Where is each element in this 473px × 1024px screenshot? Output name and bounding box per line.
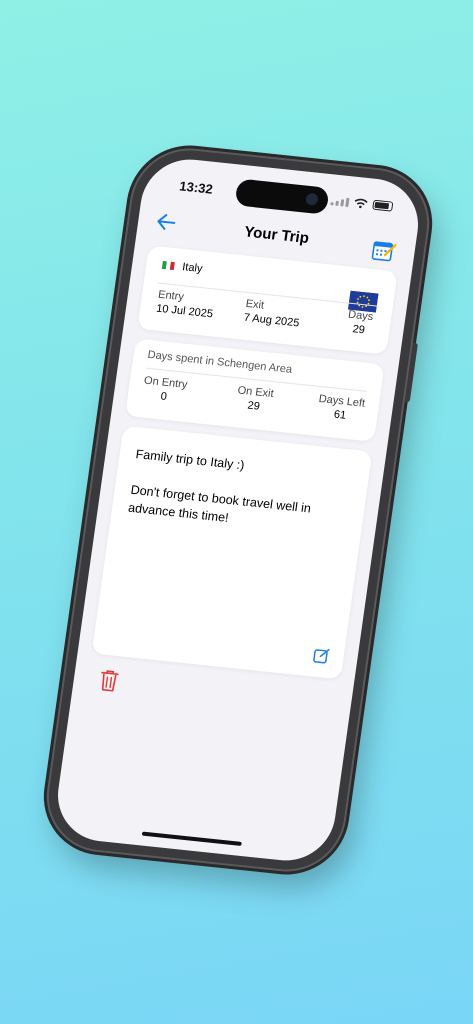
side-button [404,342,418,403]
camera-icon [305,192,319,206]
entry-column: Entry 10 Jul 2025 [155,289,215,321]
country-row: Italy [161,259,204,276]
entry-date: 10 Jul 2025 [155,302,214,321]
days-label: Days [347,308,374,324]
country-name: Italy [181,261,204,276]
flag-italy-icon [161,260,175,271]
exit-column: Exit 7 Aug 2025 [243,298,302,330]
calendar-edit-icon[interactable] [371,239,398,263]
days-left-value: 61 [333,408,347,422]
days-left-column: Days Left 61 [316,393,366,424]
on-entry-value: 0 [159,390,168,403]
trip-card[interactable]: Italy Entry 10 Jul 2025 Exit 7 Aug 2025 … [137,245,398,355]
trip-note: Family trip to Italy :) Don't forget to … [127,447,312,525]
on-exit-label: On Exit [236,384,275,401]
days-value: 29 [351,323,366,337]
screen: 13:32 Your Trip Italy Entry 10 Jul 2025 … [51,154,425,866]
battery-icon [372,199,394,212]
status-time: 13:32 [178,178,214,197]
wifi-icon [354,198,368,209]
on-exit-value: 29 [246,399,261,413]
signal-icon [330,196,350,207]
schengen-card: Days spent in Schengen Area On Entry 0 O… [125,338,385,442]
app-screenshot: { "status": { "time": "13:32" }, "nav": … [0,0,473,1024]
notes-card: Family trip to Italy :) Don't forget to … [91,425,373,680]
schengen-title: Days spent in Schengen Area [146,348,293,376]
trash-icon[interactable] [99,669,120,693]
home-indicator[interactable] [141,831,242,846]
phone-frame: 13:32 Your Trip Italy Entry 10 Jul 2025 … [39,142,437,878]
days-column: Days 29 [345,309,374,337]
status-icons [330,195,394,212]
edit-icon[interactable] [312,647,330,665]
exit-label: Exit [244,297,265,312]
on-exit-column: On Exit 29 [235,384,275,414]
dynamic-island [234,178,330,215]
entry-label: Entry [157,288,185,304]
on-entry-column: On Entry 0 [141,375,188,405]
exit-date: 7 Aug 2025 [242,311,301,330]
